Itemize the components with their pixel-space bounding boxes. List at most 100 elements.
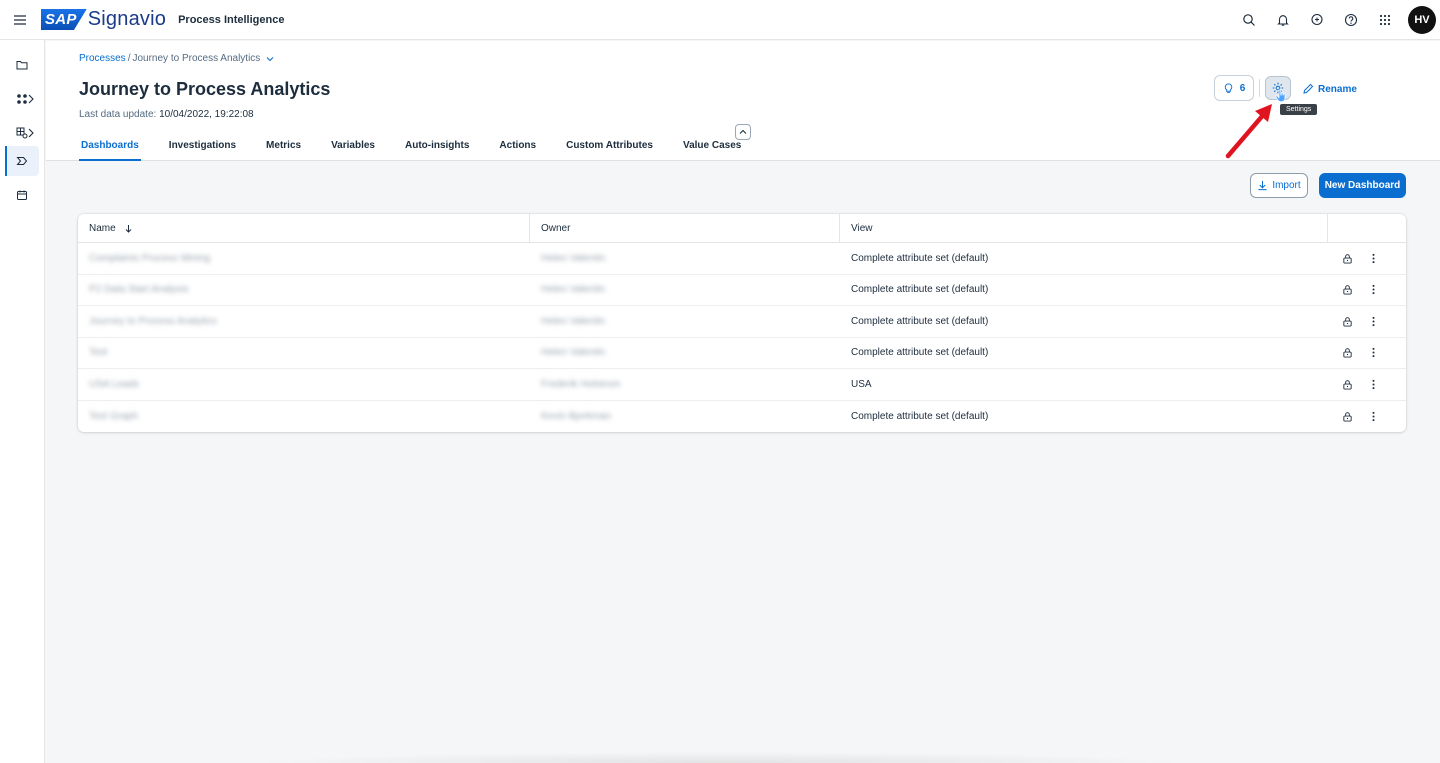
dashboard-owner: Helen Valentin	[541, 252, 606, 264]
download-icon	[1258, 180, 1267, 191]
dashboard-name[interactable]: Complaints Process Mining	[78, 243, 530, 274]
dashboard-owner: Frederik Holstrom	[541, 378, 621, 390]
dashboard-owner: Helen Valentin	[541, 315, 606, 327]
last-update-value: 10/04/2022, 19:22:08	[159, 109, 254, 120]
breadcrumb-separator: /	[127, 53, 131, 64]
tab-investigations[interactable]: Investigations	[167, 133, 238, 161]
sidebar-item-processes[interactable]	[5, 50, 39, 80]
pencil-icon	[1303, 83, 1314, 94]
chevron-up-icon	[739, 129, 747, 134]
sidebar-item-dashboards[interactable]	[5, 146, 39, 176]
tab-variables[interactable]: Variables	[329, 133, 377, 161]
tab-bar: Dashboards Investigations Metrics Variab…	[79, 133, 769, 161]
column-header-name[interactable]: Name	[78, 214, 530, 242]
collapse-header-button[interactable]	[735, 124, 751, 140]
signavio-logo-text: Signavio	[87, 8, 167, 30]
dashboard-name[interactable]: Test Graph	[78, 401, 530, 433]
help-icon[interactable]	[1334, 3, 1368, 37]
import-label: Import	[1272, 180, 1301, 191]
dashboard-view: Complete attribute set (default)	[851, 347, 989, 359]
more-options-icon[interactable]	[1366, 409, 1380, 423]
more-options-icon[interactable]	[1366, 377, 1380, 391]
insights-button[interactable]: 6	[1214, 75, 1254, 101]
bell-icon[interactable]	[1266, 3, 1300, 37]
row-actions	[1328, 243, 1406, 274]
tab-value-cases[interactable]: Value Cases	[681, 133, 743, 161]
column-header-view[interactable]: View	[840, 214, 1328, 242]
table-row[interactable]: USA Leads Frederik Holstrom USA	[78, 369, 1406, 401]
row-actions	[1328, 369, 1406, 400]
table-row[interactable]: Journey to Process Analytics Helen Valent…	[78, 306, 1406, 338]
new-dashboard-button[interactable]: New Dashboard	[1319, 173, 1406, 198]
dashboard-view: Complete attribute set (default)	[851, 284, 989, 296]
lock-icon[interactable]	[1340, 283, 1354, 297]
table-row[interactable]: P2 Data Start Analysis Helen Valentin Comp…	[78, 275, 1406, 306]
lock-icon[interactable]	[1340, 314, 1354, 328]
dashboard-owner: Helen Valentin	[541, 347, 606, 359]
lock-icon[interactable]	[1340, 251, 1354, 265]
table-row[interactable]: Test Graph Kevin Bjorkman Complete attribu…	[78, 401, 1406, 433]
more-options-icon[interactable]	[1366, 346, 1380, 360]
sort-descending-icon	[125, 224, 132, 233]
product-name: Process Intelligence	[178, 13, 285, 26]
chevron-right-icon	[28, 94, 34, 104]
sap-signavio-logo[interactable]: SAP Signavio	[41, 8, 166, 31]
tab-auto-insights[interactable]: Auto-insights	[403, 133, 471, 161]
breadcrumb-current: Journey to Process Analytics	[132, 53, 261, 64]
row-actions	[1328, 401, 1406, 433]
dashboard-view: Complete attribute set (default)	[851, 252, 989, 264]
lock-icon[interactable]	[1340, 346, 1354, 360]
feedback-icon[interactable]	[1300, 3, 1334, 37]
column-header-owner[interactable]: Owner	[530, 214, 840, 242]
column-header-actions	[1328, 214, 1406, 242]
sidebar-item-process-modeling[interactable]	[5, 84, 39, 114]
chevron-down-icon[interactable]	[266, 55, 274, 63]
sap-logo: SAP	[41, 9, 87, 30]
dashboards-table: Name Owner View Complaints Process Minin…	[78, 214, 1406, 432]
settings-tooltip: Settings	[1280, 104, 1318, 115]
app-grid-icon[interactable]	[1368, 3, 1402, 37]
side-navigation	[0, 40, 45, 763]
more-options-icon[interactable]	[1366, 314, 1380, 328]
menu-icon[interactable]	[0, 0, 40, 40]
table-row[interactable]: Complaints Process Mining Helen Valentin C…	[78, 243, 1406, 275]
lock-icon[interactable]	[1340, 409, 1354, 423]
last-update-label: Last data update:	[79, 109, 157, 120]
sidebar-item-data[interactable]	[5, 118, 39, 148]
calendar-icon	[17, 190, 27, 200]
folder-icon	[16, 61, 28, 70]
lightbulb-icon	[1224, 82, 1232, 93]
breadcrumb: Processes / Journey to Process Analytics	[79, 53, 274, 64]
insights-count: 6	[1239, 82, 1246, 94]
page-title: Journey to Process Analytics	[79, 79, 331, 99]
tab-custom-attributes[interactable]: Custom Attributes	[564, 133, 655, 161]
shell-bar: SAP Signavio Process Intelligence HV	[0, 0, 1440, 40]
toolbar-divider	[1259, 79, 1260, 97]
row-actions	[1328, 338, 1406, 369]
row-actions	[1328, 306, 1406, 337]
lock-icon[interactable]	[1340, 377, 1354, 391]
dashboard-name[interactable]: Journey to Process Analytics	[78, 306, 530, 337]
dashboard-view: Complete attribute set (default)	[851, 410, 989, 422]
tab-metrics[interactable]: Metrics	[264, 133, 303, 161]
breadcrumb-processes-link[interactable]: Processes	[79, 53, 126, 64]
rename-label: Rename	[1318, 83, 1357, 95]
tab-actions[interactable]: Actions	[497, 133, 538, 161]
dashboard-name[interactable]: USA Leads	[78, 369, 530, 400]
sidebar-item-calendar[interactable]	[5, 180, 39, 210]
more-options-icon[interactable]	[1366, 283, 1380, 297]
import-button[interactable]: Import	[1250, 173, 1308, 198]
bottom-shadow	[250, 752, 1190, 763]
chevron-right-icon	[28, 128, 34, 138]
table-row[interactable]: Test Helen Valentin Complete attribute set…	[78, 338, 1406, 369]
rename-button[interactable]: Rename	[1302, 78, 1357, 100]
avatar[interactable]: HV	[1408, 6, 1436, 34]
row-actions	[1328, 275, 1406, 306]
dashboard-name[interactable]: P2 Data Start Analysis	[78, 275, 530, 306]
dashboard-owner: Kevin Bjorkman	[541, 410, 612, 422]
more-options-icon[interactable]	[1366, 251, 1380, 265]
dashboard-name[interactable]: Test	[78, 338, 530, 369]
tab-dashboards[interactable]: Dashboards	[79, 133, 141, 161]
search-icon[interactable]	[1232, 3, 1266, 37]
table-header: Name Owner View	[78, 214, 1406, 243]
